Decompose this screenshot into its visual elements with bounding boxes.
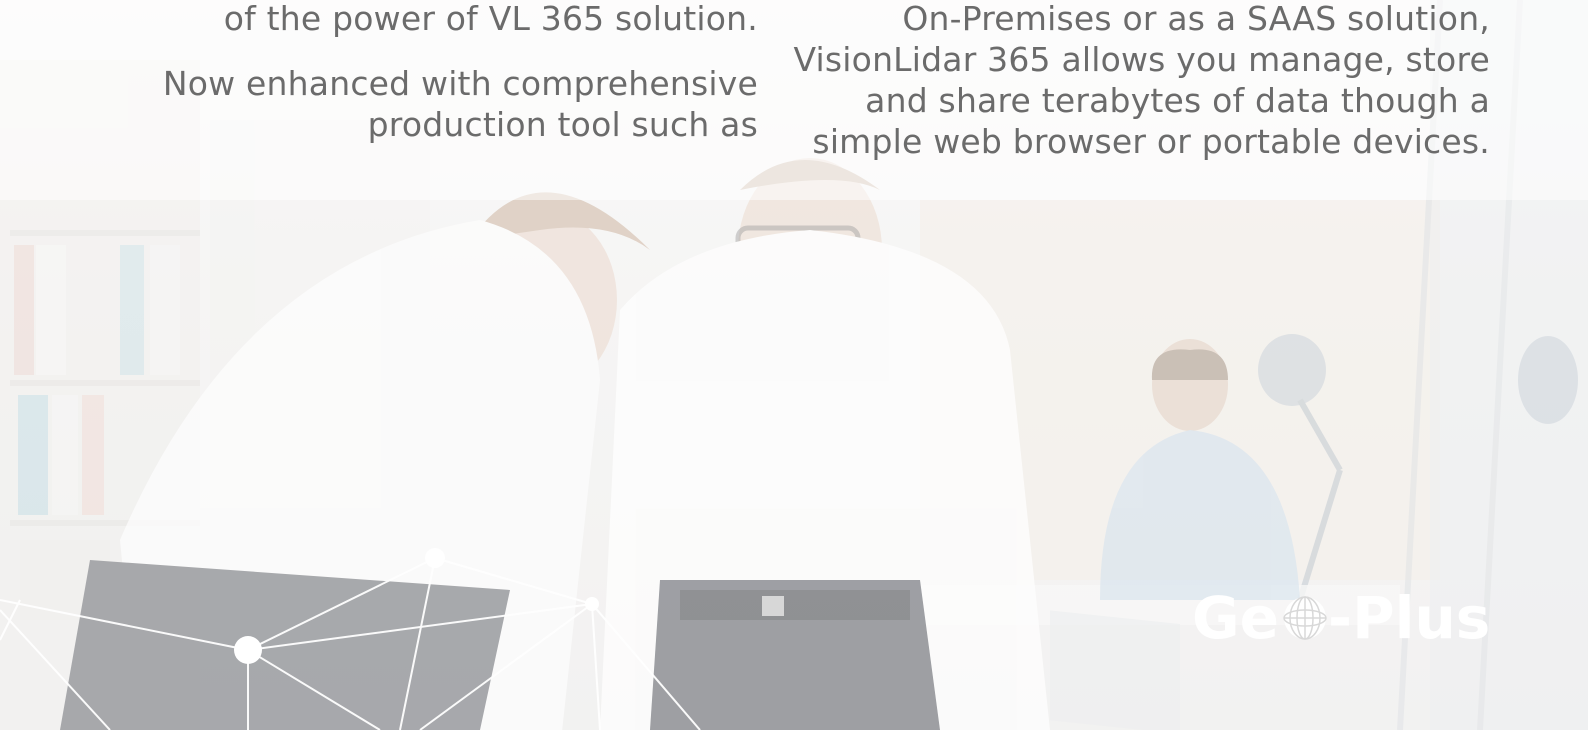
- right-description: On-Premises or as a SAAS solution, Visio…: [730, 0, 1490, 162]
- network-graphic: [0, 548, 701, 730]
- left-text-line-1: of the power of VL 365 solution.: [223, 0, 758, 38]
- network-node: [425, 548, 445, 568]
- globe-icon: [1283, 596, 1327, 640]
- left-text-line-2: Now enhanced with comprehensive: [162, 64, 758, 103]
- right-text-line-3: and share terabytes of data though a: [865, 81, 1490, 120]
- right-text-line-1: On-Premises or as a SAAS solution,: [902, 0, 1490, 38]
- logo-text-right: -Plus: [1328, 586, 1490, 648]
- right-text-line-4: simple web browser or portable devices.: [812, 122, 1490, 161]
- right-text-line-2: VisionLidar 365 allows you manage, store: [793, 40, 1490, 79]
- hero-banner: of the power of VL 365 solution. Now enh…: [0, 0, 1588, 730]
- left-description: of the power of VL 365 solution. Now enh…: [58, 0, 758, 145]
- network-node: [234, 636, 262, 664]
- geo-plus-logo[interactable]: Ge -Plus: [1192, 586, 1490, 648]
- left-text-line-3: production tool such as: [367, 105, 758, 144]
- network-node: [585, 597, 599, 611]
- logo-text-left: Ge: [1192, 586, 1279, 648]
